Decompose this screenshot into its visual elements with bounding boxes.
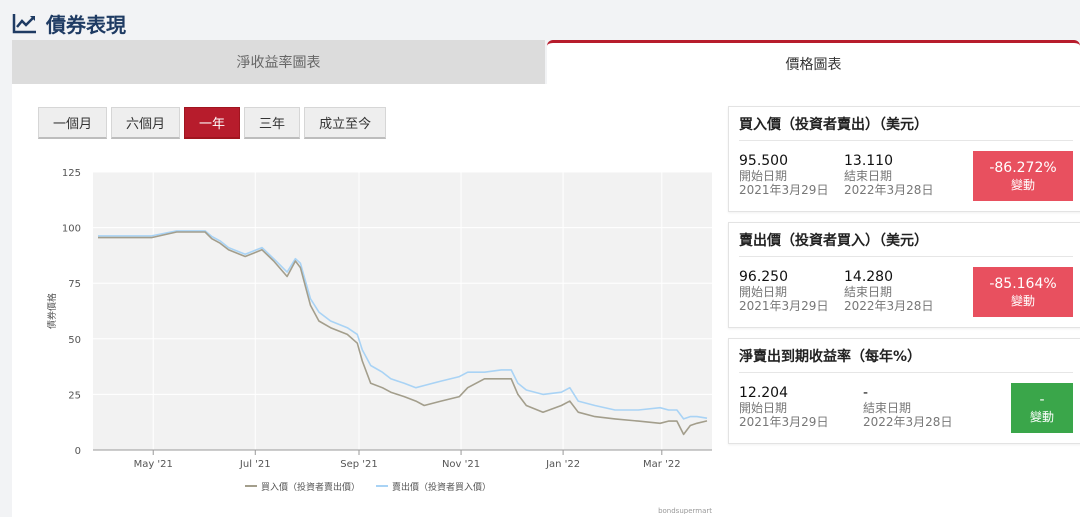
start-date: 2021年3月29日	[739, 183, 829, 197]
end-date: 2022年3月28日	[844, 299, 934, 313]
y-tick-label: 75	[68, 279, 81, 290]
end-value: 13.110	[844, 153, 893, 169]
tab-price-chart[interactable]: 價格圖表	[547, 40, 1080, 84]
ask-price-card: 賣出價（投資者買入）（美元） 96.250 開始日期 2021年3月29日 14…	[728, 222, 1080, 328]
change-label: 變動	[1010, 178, 1035, 192]
start-label: 開始日期	[739, 285, 788, 299]
change-label: 變動	[1029, 410, 1054, 424]
end-column: - 結束日期 2022年3月28日	[863, 385, 952, 429]
end-date: 2022年3月28日	[844, 183, 934, 197]
change-percent: -	[1039, 392, 1045, 408]
x-tick-label: Mar '22	[643, 459, 681, 470]
x-tick-label: Nov '21	[442, 459, 480, 470]
price-chart-panel: 一個月 六個月 一年 三年 成立至今 0 25 50 75 100 125 May '21 J…	[12, 84, 1080, 517]
end-column: 13.110 結束日期 2022年3月28日	[844, 153, 933, 197]
chart-credit: bondsupermart	[658, 507, 712, 514]
x-tick-label: May '21	[134, 459, 173, 470]
range-1m-button[interactable]: 一個月	[38, 107, 108, 139]
price-chart-svg: 0 25 50 75 100 125 May '21 Jul '21 Sep '21 Nov '2…	[46, 168, 712, 515]
end-label: 結束日期	[844, 169, 893, 183]
y-tick-label: 100	[62, 224, 81, 235]
legend-label: 賣出價（投資者買入價）	[392, 481, 491, 493]
start-date: 2021年3月29日	[739, 299, 829, 313]
range-selector: 一個月 六個月 一年 三年 成立至今	[38, 107, 387, 139]
change-label: 變動	[1010, 294, 1035, 308]
plot-area	[93, 172, 712, 450]
start-date: 2021年3月29日	[739, 415, 829, 429]
card-title: 淨賣出到期收益率（每年%）	[739, 339, 1073, 373]
change-percent: -85.164%	[989, 276, 1057, 292]
x-tick-label: Sep '21	[340, 459, 378, 470]
start-column: 95.500 開始日期 2021年3月29日	[739, 153, 828, 197]
page-header: 債券表現	[12, 8, 126, 38]
tab-yield-chart[interactable]: 淨收益率圖表	[12, 40, 545, 84]
y-tick-label: 25	[68, 390, 81, 401]
x-tick-label: Jul '21	[239, 459, 271, 470]
line-chart-icon	[12, 14, 36, 34]
start-column: 12.204 開始日期 2021年3月29日	[739, 385, 828, 429]
range-inception-button[interactable]: 成立至今	[304, 107, 387, 139]
change-badge: - 變動	[1011, 383, 1073, 433]
start-value: 95.500	[739, 153, 788, 169]
price-chart: 0 25 50 75 100 125 May '21 Jul '21 Sep '21 Nov '2…	[42, 160, 714, 515]
start-label: 開始日期	[739, 169, 788, 183]
summary-cards: 買入價（投資者賣出）（美元） 95.500 開始日期 2021年3月29日 13…	[728, 106, 1080, 454]
change-percent: -86.272%	[989, 160, 1057, 176]
end-column: 14.280 結束日期 2022年3月28日	[844, 269, 933, 313]
x-tick-label: Jan '22	[545, 459, 580, 470]
legend-label: 買入價（投資者賣出價）	[261, 481, 360, 493]
end-value: 14.280	[844, 269, 893, 285]
start-value: 96.250	[739, 269, 788, 285]
end-date: 2022年3月28日	[863, 415, 953, 429]
end-value: -	[863, 385, 869, 401]
y-axis-label: 債券價格	[46, 293, 58, 329]
start-value: 12.204	[739, 385, 788, 401]
change-badge: -85.164% 變動	[973, 267, 1073, 317]
change-badge: -86.272% 變動	[973, 151, 1073, 201]
y-tick-label: 0	[75, 446, 81, 457]
bid-price-card: 買入價（投資者賣出）（美元） 95.500 開始日期 2021年3月29日 13…	[728, 106, 1080, 212]
range-6m-button[interactable]: 六個月	[111, 107, 181, 139]
range-3y-button[interactable]: 三年	[244, 107, 301, 139]
y-tick-label: 125	[62, 168, 81, 179]
start-label: 開始日期	[739, 401, 788, 415]
card-title: 賣出價（投資者買入）（美元）	[739, 223, 1073, 257]
range-1y-button[interactable]: 一年	[184, 107, 241, 139]
card-title: 買入價（投資者賣出）（美元）	[739, 107, 1073, 141]
yield-card: 淨賣出到期收益率（每年%） 12.204 開始日期 2021年3月29日 - 結…	[728, 338, 1080, 444]
start-column: 96.250 開始日期 2021年3月29日	[739, 269, 828, 313]
chart-tabs: 淨收益率圖表 價格圖表	[12, 40, 1080, 84]
end-label: 結束日期	[844, 285, 893, 299]
y-tick-label: 50	[68, 335, 81, 346]
end-label: 結束日期	[863, 401, 912, 415]
page-title: 債券表現	[46, 12, 126, 37]
